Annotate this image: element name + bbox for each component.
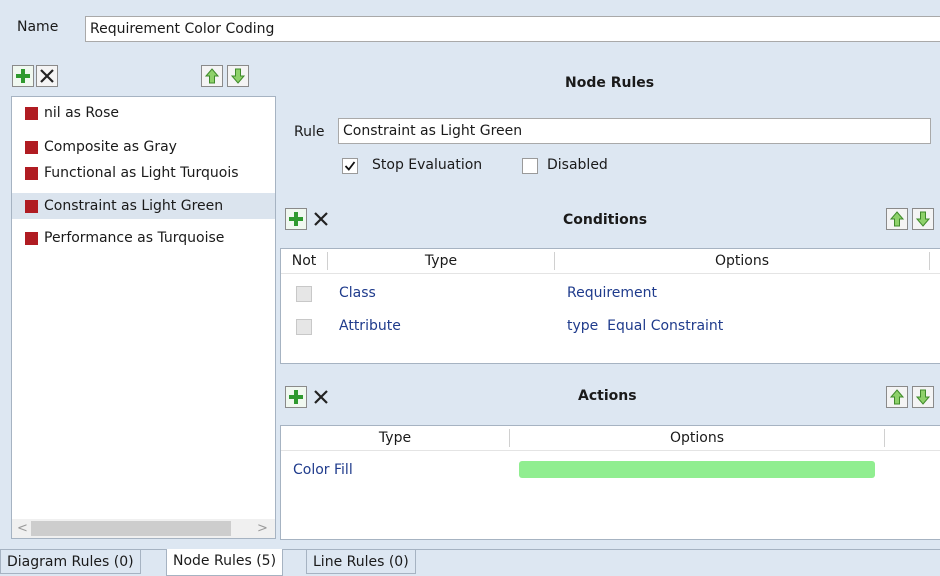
header-divider	[281, 450, 940, 451]
rule-label: Composite as Gray	[44, 139, 177, 155]
node-rules-title: Node Rules	[565, 75, 655, 91]
not-checkbox[interactable]	[296, 319, 312, 335]
rule-label: Rule	[294, 124, 325, 140]
table-row[interactable]: Attribute type Equal Constraint	[281, 315, 940, 339]
color-swatch	[25, 106, 38, 120]
condition-type: Class	[339, 285, 376, 301]
action-type: Color Fill	[293, 462, 353, 478]
color-swatch	[25, 231, 38, 245]
delete-condition-button[interactable]	[310, 208, 332, 230]
rule-label: Constraint as Light Green	[44, 198, 224, 214]
move-condition-up-button[interactable]	[886, 208, 908, 230]
stop-evaluation-checkbox[interactable]	[342, 158, 358, 174]
rule-label: Functional as Light Turquois	[44, 165, 239, 181]
horizontal-scrollbar[interactable]: < >	[12, 519, 275, 538]
not-checkbox[interactable]	[296, 286, 312, 302]
scrollbar-thumb[interactable]	[31, 521, 231, 536]
tab-diagram-rules[interactable]: Diagram Rules (0)	[0, 550, 141, 574]
table-row[interactable]: Color Fill	[281, 459, 940, 483]
conditions-title: Conditions	[563, 212, 648, 228]
move-action-up-button[interactable]	[886, 386, 908, 408]
chevron-right-icon[interactable]: >	[257, 519, 268, 538]
list-item-selected[interactable]: Constraint as Light Green	[12, 193, 275, 219]
column-divider	[884, 429, 885, 447]
arrow-up-icon	[889, 389, 905, 405]
chevron-left-icon[interactable]: <	[17, 519, 28, 538]
name-label: Name	[17, 19, 59, 35]
add-condition-button[interactable]	[285, 208, 307, 230]
move-condition-down-button[interactable]	[912, 208, 934, 230]
delete-action-button[interactable]	[310, 386, 332, 408]
list-item[interactable]: Performance as Turquoise	[12, 225, 275, 251]
list-item[interactable]: nil as Rose	[12, 100, 275, 126]
x-icon	[314, 212, 328, 226]
actions-grid[interactable]: Type Options Color Fill	[280, 425, 940, 540]
condition-options: Requirement	[567, 285, 658, 301]
rule-label: Performance as Turquoise	[44, 230, 225, 246]
column-header-not[interactable]: Not	[281, 249, 327, 273]
plus-icon	[289, 212, 303, 226]
condition-type: Attribute	[339, 318, 401, 334]
column-header-type[interactable]: Type	[281, 426, 509, 450]
conditions-grid[interactable]: Not Type Options Class Requirement Attri…	[280, 248, 940, 364]
rule-label: nil as Rose	[44, 105, 119, 121]
rules-list[interactable]: nil as Rose Composite as Gray Functional…	[11, 96, 276, 539]
move-rule-up-button[interactable]	[201, 65, 223, 87]
column-header-options[interactable]: Options	[510, 426, 884, 450]
arrow-down-icon	[915, 211, 931, 227]
plus-icon	[289, 390, 303, 404]
arrow-down-icon	[230, 68, 246, 84]
add-action-button[interactable]	[285, 386, 307, 408]
column-header-options[interactable]: Options	[555, 249, 929, 273]
disabled-checkbox[interactable]	[522, 158, 538, 174]
column-divider	[929, 252, 930, 270]
list-item[interactable]: Composite as Gray	[12, 134, 275, 160]
table-row[interactable]: Class Requirement	[281, 282, 940, 306]
arrow-up-icon	[889, 211, 905, 227]
color-fill-swatch[interactable]	[519, 461, 875, 478]
x-icon	[40, 69, 54, 83]
plus-icon	[16, 69, 30, 83]
move-rule-down-button[interactable]	[227, 65, 249, 87]
delete-rule-button[interactable]	[36, 65, 58, 87]
condition-options: type Equal Constraint	[567, 318, 724, 334]
tab-strip: Diagram Rules (0) Node Rules (5) Line Ru…	[0, 549, 940, 576]
move-action-down-button[interactable]	[912, 386, 934, 408]
actions-title: Actions	[578, 388, 637, 404]
arrow-down-icon	[915, 389, 931, 405]
color-swatch	[25, 199, 38, 213]
color-swatch	[25, 140, 38, 154]
column-header-type[interactable]: Type	[328, 249, 554, 273]
tab-line-rules[interactable]: Line Rules (0)	[306, 550, 416, 574]
x-icon	[314, 390, 328, 404]
list-item[interactable]: Functional as Light Turquois	[12, 160, 275, 186]
disabled-label: Disabled	[547, 157, 608, 173]
rule-name-input[interactable]: Constraint as Light Green	[338, 118, 931, 144]
stop-evaluation-label: Stop Evaluation	[372, 157, 483, 173]
add-rule-button[interactable]	[12, 65, 34, 87]
tab-node-rules[interactable]: Node Rules (5)	[166, 549, 284, 576]
color-swatch	[25, 166, 38, 180]
checkmark-icon	[344, 161, 356, 171]
name-input[interactable]: Requirement Color Coding	[85, 16, 940, 42]
header-divider	[281, 273, 940, 274]
arrow-up-icon	[204, 68, 220, 84]
